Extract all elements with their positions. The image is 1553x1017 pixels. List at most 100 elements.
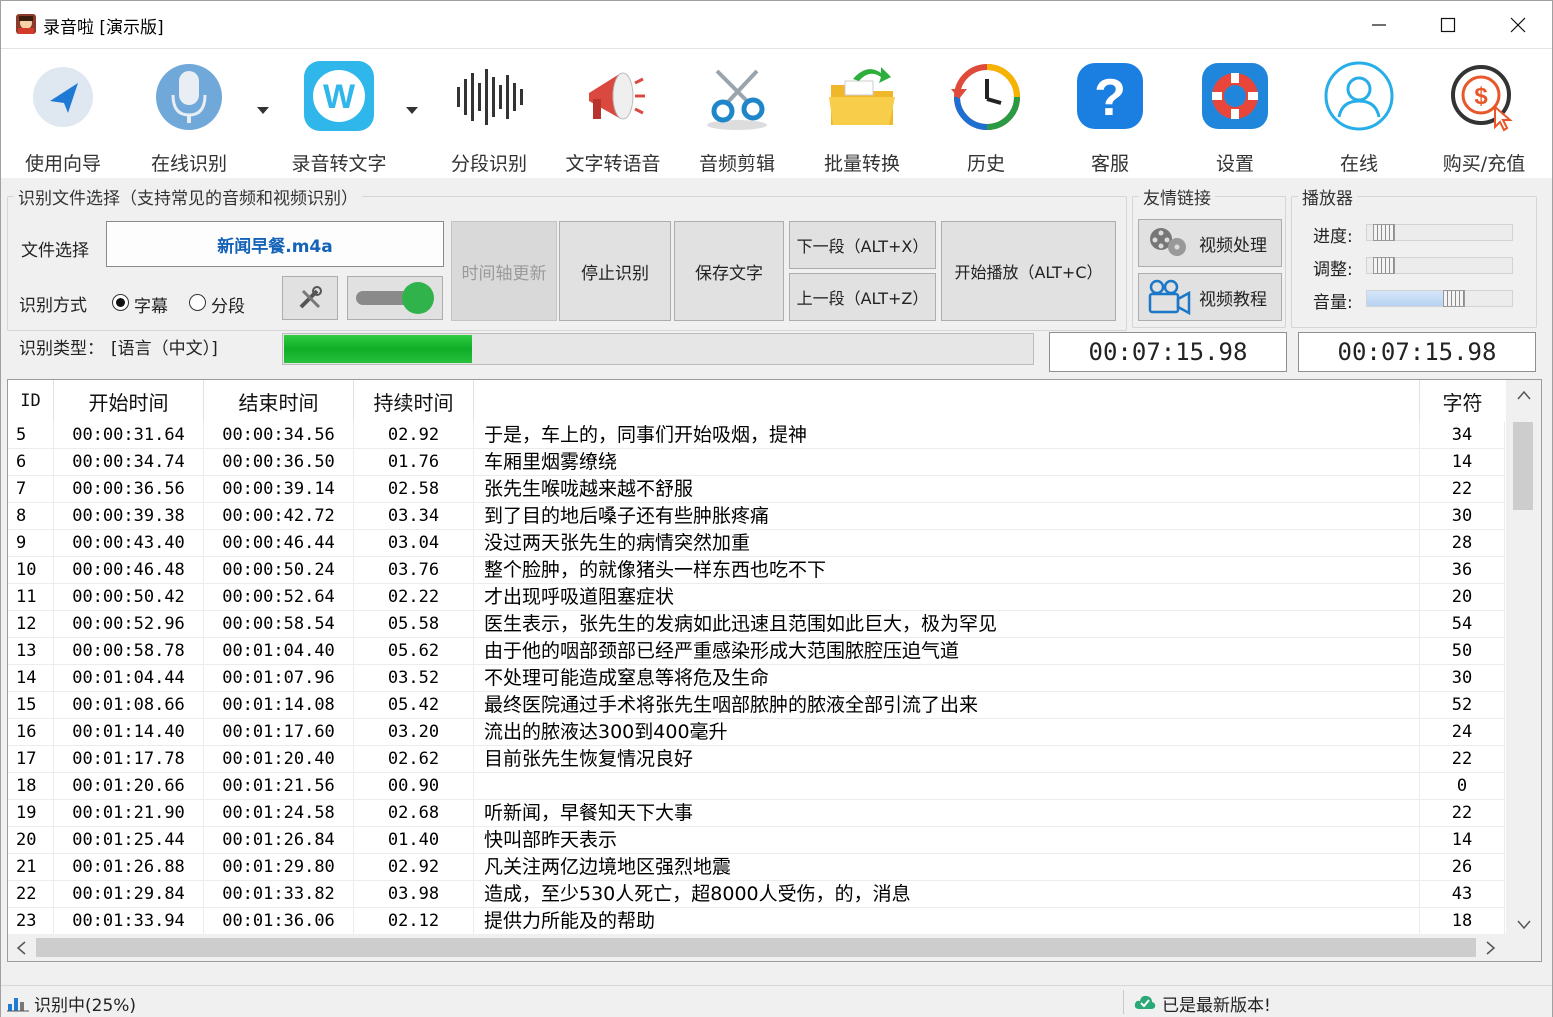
toolbar-online-button[interactable]: 在线 xyxy=(1309,59,1409,175)
cell-id: 6 xyxy=(8,449,54,476)
table-row[interactable]: 5 00:00:31.64 00:00:34.56 02.92 于是，车上的，同事们开始… xyxy=(8,422,1505,449)
player-adjust-slider[interactable] xyxy=(1366,257,1513,274)
links-group-title: 友情链接 xyxy=(1139,184,1215,209)
toolbar-history-button[interactable]: 历史 xyxy=(936,59,1036,175)
column-header-id[interactable]: ID xyxy=(8,380,54,422)
table-row[interactable]: 14 00:01:04.44 00:01:07.96 03.52 不处理可能造成窒息等将… xyxy=(8,665,1505,692)
scroll-left-icon[interactable] xyxy=(16,941,26,955)
player-progress-slider[interactable] xyxy=(1366,224,1513,241)
status-recognizing: 识别中(25%) xyxy=(34,996,137,1016)
horizontal-scroll-thumb[interactable] xyxy=(36,938,1476,957)
cell-text: 提供力所能及的帮助 xyxy=(474,908,1420,935)
toolbar-online-recognition-button[interactable]: 在线识别 xyxy=(139,59,239,175)
cell-end: 00:01:29.80 xyxy=(204,854,354,881)
table-row[interactable]: 19 00:01:21.90 00:01:24.58 02.68 听新闻，早餐知天下大事… xyxy=(8,800,1505,827)
table-row[interactable]: 12 00:00:52.96 00:00:58.54 05.58 医生表示，张先生的发病… xyxy=(8,611,1505,638)
table-row[interactable]: 22 00:01:29.84 00:01:33.82 03.98 造成，至少530人死亡… xyxy=(8,881,1505,908)
table-row[interactable]: 23 00:01:33.94 00:01:36.06 02.12 提供力所能及的帮助 18 xyxy=(8,908,1505,935)
toolbar-segment-recognition-button[interactable]: 分段识别 xyxy=(439,59,539,175)
toggle-on-icon xyxy=(356,282,434,314)
table-row[interactable]: 10 00:00:46.48 00:00:50.24 03.76 整个脸肿，的就像猪头一… xyxy=(8,557,1505,584)
toolbar-label: 录音转文字 xyxy=(291,153,387,175)
recognition-progress-bar xyxy=(282,333,1034,365)
cell-id: 18 xyxy=(8,773,54,800)
prev-segment-button[interactable]: 上一段（ALT+Z） xyxy=(789,273,936,321)
toolbar-audio-to-text-button[interactable]: W 录音转文字 xyxy=(281,59,397,175)
table-row[interactable]: 11 00:00:50.42 00:00:52.64 02.22 才出现呼吸道阻塞症状 2… xyxy=(8,584,1505,611)
column-header-chars[interactable]: 字符 xyxy=(1420,380,1505,422)
scroll-right-icon[interactable] xyxy=(1486,941,1496,955)
cell-end: 00:00:46.44 xyxy=(204,530,354,557)
table-row[interactable]: 21 00:01:26.88 00:01:29.80 02.92 凡关注两亿边境地区强烈… xyxy=(8,854,1505,881)
cell-text: 于是，车上的，同事们开始吸烟，提神 xyxy=(474,422,1420,449)
cell-dur: 02.68 xyxy=(354,800,474,827)
horizontal-scrollbar[interactable] xyxy=(8,934,1541,961)
svg-text:?: ? xyxy=(1094,69,1126,127)
player-volume-slider[interactable] xyxy=(1366,290,1513,307)
recognition-type-label: 识别类型： xyxy=(19,339,104,359)
cell-dur: 05.42 xyxy=(354,692,474,719)
column-header-start[interactable]: 开始时间 xyxy=(54,380,204,422)
timeline-update-button[interactable]: 时间轴更新 xyxy=(451,221,557,321)
vertical-scrollbar[interactable] xyxy=(1506,380,1541,935)
table-row[interactable]: 8 00:00:39.38 00:00:42.72 03.34 到了目的地后嗓子还有些肿… xyxy=(8,503,1505,530)
cell-chars: 30 xyxy=(1420,665,1505,692)
minimize-button[interactable] xyxy=(1344,1,1414,48)
mode-segment-label[interactable]: 分段 xyxy=(211,292,245,317)
tools-button[interactable] xyxy=(282,276,338,320)
online-recognition-dropdown-icon[interactable] xyxy=(257,107,269,114)
table-row[interactable]: 18 00:01:20.66 00:01:21.56 00.90 0 xyxy=(8,773,1505,800)
table-row[interactable]: 7 00:00:36.56 00:00:39.14 02.58 张先生喉咙越来越不舒服 2… xyxy=(8,476,1505,503)
table-row[interactable]: 13 00:00:58.78 00:01:04.40 05.62 由于他的咽部颈部已经严… xyxy=(8,638,1505,665)
toggle-switch[interactable] xyxy=(347,276,443,320)
stop-recognition-button[interactable]: 停止识别 xyxy=(559,221,671,321)
mode-subtitle-label[interactable]: 字幕 xyxy=(134,292,168,317)
recognition-mode-label: 识别方式 xyxy=(19,296,87,316)
toolbar-settings-button[interactable]: 设置 xyxy=(1185,59,1285,175)
slider-thumb[interactable] xyxy=(1443,290,1466,307)
toolbar-text-to-speech-button[interactable]: 文字转语音 xyxy=(558,59,668,175)
save-text-button[interactable]: 保存文字 xyxy=(674,221,784,321)
slider-thumb[interactable] xyxy=(1373,257,1395,274)
scroll-up-icon[interactable] xyxy=(1517,390,1531,400)
toolbar-guide-button[interactable]: 使用向导 xyxy=(13,59,113,175)
start-playback-button[interactable]: 开始播放（ALT+C） xyxy=(941,221,1116,321)
toolbar-purchase-button[interactable]: $ 购买/充值 xyxy=(1429,59,1539,175)
close-button[interactable] xyxy=(1483,1,1553,48)
audio-to-text-dropdown-icon[interactable] xyxy=(406,107,418,114)
toolbar-audio-editing-button[interactable]: 音频剪辑 xyxy=(687,59,787,175)
table-row[interactable]: 16 00:01:14.40 00:01:17.60 03.20 流出的脓液达300到4… xyxy=(8,719,1505,746)
maximize-button[interactable] xyxy=(1413,1,1483,48)
cell-dur: 03.76 xyxy=(354,557,474,584)
toolbar-label: 文字转语音 xyxy=(565,153,661,175)
cell-start: 00:01:20.66 xyxy=(54,773,204,800)
mode-subtitle-radio[interactable] xyxy=(112,294,129,311)
column-header-duration[interactable]: 持续时间 xyxy=(354,380,474,422)
file-select-button[interactable]: 新闻早餐.m4a xyxy=(106,221,444,267)
column-header-text[interactable] xyxy=(474,380,1420,422)
table-row[interactable]: 20 00:01:25.44 00:01:26.84 01.40 快叫部昨天表示 14 xyxy=(8,827,1505,854)
table-row[interactable]: 6 00:00:34.74 00:00:36.50 01.76 车厢里烟雾缭绕 14 xyxy=(8,449,1505,476)
cell-id: 5 xyxy=(8,422,54,449)
cell-dur: 02.62 xyxy=(354,746,474,773)
toolbar-label: 分段识别 xyxy=(450,153,527,175)
cell-id: 17 xyxy=(8,746,54,773)
cell-text: 由于他的咽部颈部已经严重感染形成大范围脓腔压迫气道 xyxy=(474,638,1420,665)
cell-end: 00:00:34.56 xyxy=(204,422,354,449)
toolbar-label: 在线 xyxy=(1339,153,1378,175)
vertical-scroll-thumb[interactable] xyxy=(1513,422,1533,510)
next-segment-button[interactable]: 下一段（ALT+X） xyxy=(789,221,936,269)
scroll-down-icon[interactable] xyxy=(1517,920,1531,930)
cell-chars: 22 xyxy=(1420,800,1505,827)
table-row[interactable]: 15 00:01:08.66 00:01:14.08 05.42 最终医院通过手术将张先… xyxy=(8,692,1505,719)
column-header-end[interactable]: 结束时间 xyxy=(204,380,354,422)
cell-end: 00:00:36.50 xyxy=(204,449,354,476)
toolbar-batch-convert-button[interactable]: 批量转换 xyxy=(812,59,912,175)
video-tutorial-button[interactable]: 视频教程 xyxy=(1138,273,1282,321)
mode-segment-radio[interactable] xyxy=(189,294,206,311)
toolbar-customer-service-button[interactable]: ? 客服 xyxy=(1060,59,1160,175)
slider-thumb[interactable] xyxy=(1373,224,1395,241)
table-row[interactable]: 17 00:01:17.78 00:01:20.40 02.62 目前张先生恢复情况良好… xyxy=(8,746,1505,773)
table-row[interactable]: 9 00:00:43.40 00:00:46.44 03.04 没过两天张先生的病情突然… xyxy=(8,530,1505,557)
video-processing-button[interactable]: 视频处理 xyxy=(1138,219,1282,267)
